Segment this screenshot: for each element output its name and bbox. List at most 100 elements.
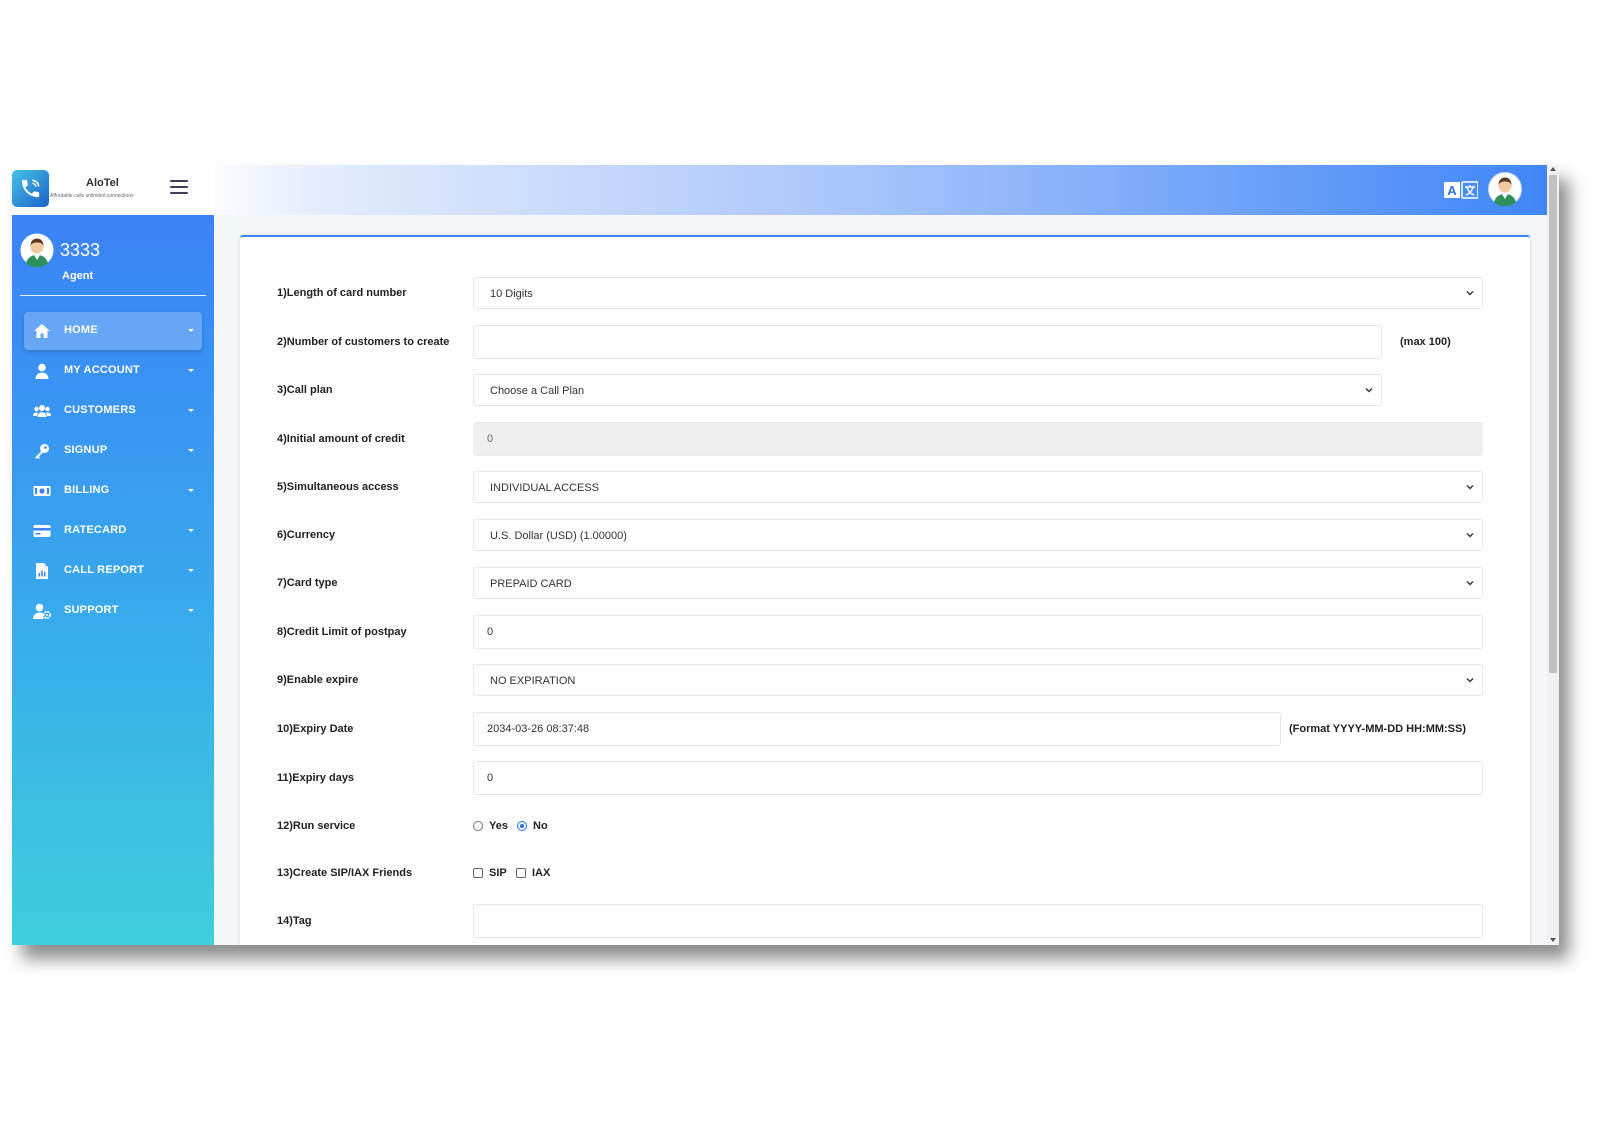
sidebar-item-my-account[interactable]: MY ACCOUNT [24, 352, 202, 390]
sidebar-item-billing[interactable]: BILLING [24, 472, 202, 510]
user-avatar-icon[interactable] [1488, 172, 1522, 207]
field-label: 10)Expiry Date [277, 723, 354, 735]
money-icon [33, 486, 51, 496]
caret-down-icon [188, 569, 194, 572]
chevron-down-icon [1466, 678, 1474, 683]
user-icon [35, 363, 49, 379]
field-label: 5)Simultaneous access [277, 481, 399, 493]
selected-value: 10 Digits [490, 288, 533, 300]
scrollbar-thumb[interactable] [1549, 175, 1557, 673]
chevron-down-icon [1466, 533, 1474, 538]
call-plan-select[interactable]: Choose a Call Plan [473, 374, 1382, 406]
translate-icon[interactable]: A [1444, 181, 1479, 199]
profile-avatar-icon [20, 233, 54, 268]
page-scrollbar[interactable] [1547, 165, 1559, 945]
chevron-down-icon [1466, 291, 1474, 296]
sidebar-item-label: CUSTOMERS [64, 404, 136, 416]
chevron-down-icon [1466, 485, 1474, 490]
card-type-select[interactable]: PREPAID CARD [473, 567, 1483, 599]
users-icon [33, 405, 51, 417]
caret-down-icon [188, 329, 194, 332]
run-service-no-radio[interactable] [517, 821, 527, 831]
field-label: 6)Currency [277, 529, 336, 541]
caret-down-icon [188, 449, 194, 452]
chevron-down-icon [1365, 388, 1373, 393]
sidebar-item-signup[interactable]: SIGNUP [24, 432, 202, 470]
svg-text:A: A [1447, 183, 1457, 198]
field-label: 2)Number of customers to create [277, 336, 450, 348]
profile-name: 3333 [60, 240, 101, 260]
brand-name: AloTel [86, 177, 119, 189]
field-label: 4)Initial amount of credit [277, 433, 405, 445]
num-customers-input[interactable] [473, 325, 1382, 359]
enable-expire-select[interactable]: NO EXPIRATION [473, 664, 1483, 696]
field-label: 13)Create SIP/IAX Friends [277, 867, 413, 879]
selected-value: U.S. Dollar (USD) (1.00000) [490, 530, 627, 542]
caret-down-icon [188, 529, 194, 532]
iax-checkbox[interactable] [516, 868, 526, 878]
sidebar-item-support[interactable]: SUPPORT [24, 592, 202, 630]
field-label: 7)Card type [277, 577, 338, 589]
key-icon [35, 444, 49, 459]
sidebar-item-call-report[interactable]: CALL REPORT [24, 552, 202, 590]
input-value: 2034-03-26 08:37:48 [487, 723, 590, 735]
brand-tagline: Affordable calls unlimited connections [50, 193, 134, 199]
form-card: 1)Length of card number 10 Digits 2)Numb… [240, 235, 1530, 945]
radio-label-no: No [533, 820, 548, 832]
tag-input[interactable] [473, 904, 1483, 938]
field-label: 12)Run service [277, 820, 356, 832]
max-note: (max 100) [1400, 336, 1451, 348]
file-chart-icon [36, 563, 48, 579]
field-label: 1)Length of card number [277, 287, 407, 299]
sidebar-item-label: BILLING [64, 484, 110, 496]
input-value: 0 [487, 433, 494, 445]
selected-value: Choose a Call Plan [490, 385, 585, 397]
field-label: 9)Enable expire [277, 674, 359, 686]
phone-logo-icon [12, 170, 49, 207]
app-window: AloTel Affordable calls unlimited connec… [12, 165, 1559, 945]
sidebar-item-label: HOME [64, 324, 98, 336]
radio-label-yes: Yes [489, 820, 508, 832]
sip-checkbox[interactable] [473, 868, 483, 878]
sidebar-item-label: SIGNUP [64, 444, 108, 456]
input-value: 0 [487, 772, 494, 784]
profile-role: Agent [62, 270, 94, 282]
main-content: 1)Length of card number 10 Digits 2)Numb… [214, 215, 1547, 945]
sidebar-divider [20, 295, 206, 296]
sidebar-nav: HOME MY ACCOUNT CUSTOMERS SIGNUP BILLING [12, 312, 214, 632]
simultaneous-access-select[interactable]: INDIVIDUAL ACCESS [473, 471, 1483, 503]
selected-value: NO EXPIRATION [490, 675, 576, 687]
expiry-date-input[interactable]: 2034-03-26 08:37:48 [473, 712, 1281, 746]
sidebar-item-customers[interactable]: CUSTOMERS [24, 392, 202, 430]
field-label: 14)Tag [277, 915, 312, 927]
sidebar: 3333 Agent HOME MY ACCOUNT CUSTOMERS SIG… [12, 215, 214, 945]
length-card-number-select[interactable]: 10 Digits [473, 277, 1483, 309]
date-format-note: (Format YYYY-MM-DD HH:MM:SS) [1289, 723, 1467, 735]
sidebar-item-label: SUPPORT [64, 604, 119, 616]
sidebar-item-label: MY ACCOUNT [64, 364, 140, 376]
run-service-yes-radio[interactable] [473, 821, 483, 831]
caret-down-icon [188, 409, 194, 412]
credit-card-icon [33, 525, 51, 537]
sidebar-item-label: CALL REPORT [64, 564, 145, 576]
currency-select[interactable]: U.S. Dollar (USD) (1.00000) [473, 519, 1483, 551]
caret-down-icon [188, 369, 194, 372]
expiry-days-input[interactable]: 0 [473, 761, 1483, 795]
home-icon [34, 324, 50, 338]
checkbox-label-iax: IAX [532, 867, 551, 879]
hamburger-menu-icon[interactable] [170, 180, 188, 196]
input-value: 0 [487, 626, 494, 638]
scroll-up-arrow-icon[interactable] [1550, 167, 1556, 171]
sidebar-item-ratecard[interactable]: RATECARD [24, 512, 202, 550]
checkbox-label-sip: SIP [489, 867, 507, 879]
scroll-down-arrow-icon[interactable] [1550, 938, 1556, 942]
selected-value: PREPAID CARD [490, 578, 572, 590]
credit-limit-input[interactable]: 0 [473, 615, 1483, 649]
field-label: 11)Expiry days [277, 772, 355, 784]
sidebar-item-home[interactable]: HOME [24, 312, 202, 350]
chevron-down-icon [1466, 581, 1474, 586]
caret-down-icon [188, 489, 194, 492]
field-label: 8)Credit Limit of postpay [277, 626, 407, 638]
caret-down-icon [188, 609, 194, 612]
selected-value: INDIVIDUAL ACCESS [490, 482, 600, 494]
